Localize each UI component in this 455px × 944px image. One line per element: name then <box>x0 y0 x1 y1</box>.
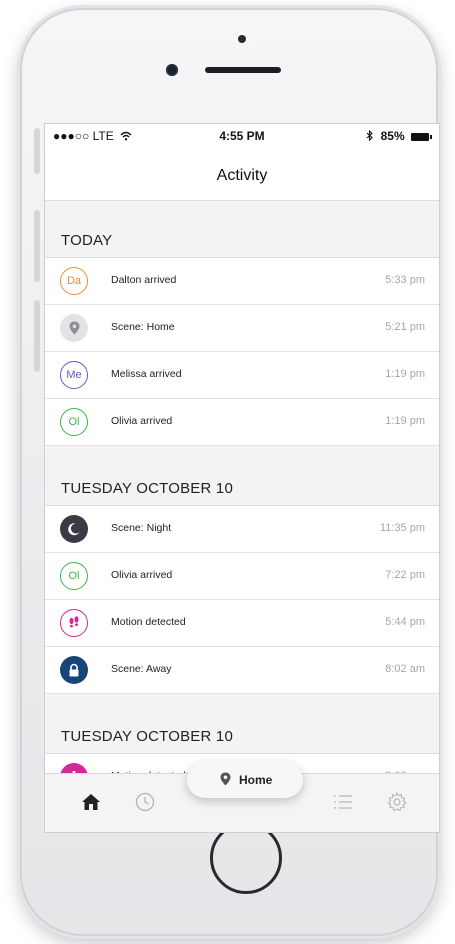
history-icon <box>135 792 155 812</box>
tab-home[interactable] <box>79 790 103 814</box>
tab-bar: Home <box>45 762 439 832</box>
section-title: TUESDAY OCTOBER 10 <box>61 728 233 745</box>
activity-row[interactable]: Motion detected 5:44 pm <box>45 600 439 647</box>
battery-icon <box>411 132 432 141</box>
activity-row[interactable]: Scene: Away 8:02 am <box>45 647 439 694</box>
section-header: TUESDAY OCTOBER 10 <box>45 706 439 754</box>
tab-settings[interactable] <box>385 790 409 814</box>
page-title: Activity <box>216 167 268 184</box>
activity-label: Scene: Night <box>111 522 172 534</box>
tab-list[interactable] <box>331 790 355 814</box>
activity-label: Olivia arrived <box>111 569 173 581</box>
tab-history[interactable] <box>133 790 157 814</box>
activity-time: 11:35 pm <box>379 522 425 534</box>
activity-label: Scene: Home <box>111 321 175 333</box>
battery-percent: 85% <box>380 129 405 143</box>
activity-time: 5:21 pm <box>385 321 425 333</box>
activity-row[interactable]: Scene: Home 5:21 pm <box>45 305 439 352</box>
activity-row[interactable]: Da Dalton arrived 5:33 pm <box>45 258 439 305</box>
activity-label: Melissa arrived <box>111 368 182 380</box>
moon-icon <box>60 515 88 543</box>
activity-time: 5:44 pm <box>385 616 425 628</box>
battery-status: 85% <box>366 129 432 143</box>
activity-label: Olivia arrived <box>111 415 173 427</box>
activity-time: 8:02 am <box>385 663 425 675</box>
proximity-sensor <box>238 35 246 43</box>
lock-icon <box>60 656 88 684</box>
list-icon <box>334 795 352 809</box>
activity-time: 1:19 pm <box>385 415 425 427</box>
volume-down-button <box>34 300 40 372</box>
side-button <box>34 128 40 174</box>
activity-row[interactable]: Ol Olivia arrived 7:22 pm <box>45 553 439 600</box>
status-bar: ●●●○○ LTE 4:55 PM 85% <box>45 124 439 148</box>
activity-row[interactable]: Scene: Night 11:35 pm <box>45 506 439 553</box>
section-title: TODAY <box>61 232 113 249</box>
avatar: Ol <box>60 562 88 590</box>
activity-row[interactable]: Ol Olivia arrived 1:19 pm <box>45 399 439 446</box>
footsteps-icon <box>60 609 88 637</box>
section-header: TODAY <box>45 201 439 258</box>
location-pin-icon <box>220 772 231 786</box>
location-pin-icon <box>60 314 88 342</box>
home-icon <box>82 794 100 810</box>
bluetooth-icon <box>366 129 374 142</box>
avatar: Da <box>60 267 88 295</box>
home-location-button[interactable]: Home <box>187 762 303 798</box>
activity-list[interactable]: TODAY Da Dalton arrived 5:33 pm Scene: Home 5… <box>45 201 439 801</box>
settings-icon <box>387 791 407 812</box>
activity-time: 5:33 pm <box>385 274 425 286</box>
activity-time: 7:22 pm <box>385 569 425 581</box>
avatar: Me <box>60 361 88 389</box>
activity-label: Scene: Away <box>111 663 172 675</box>
front-camera <box>166 64 178 76</box>
activity-time: 1:19 pm <box>385 368 425 380</box>
nav-bar: Activity <box>45 148 439 201</box>
section-title: TUESDAY OCTOBER 10 <box>61 480 233 497</box>
earpiece-speaker <box>205 67 281 73</box>
activity-label: Motion detected <box>111 616 186 628</box>
avatar: Ol <box>60 408 88 436</box>
activity-row[interactable]: Me Melissa arrived 1:19 pm <box>45 352 439 399</box>
section-header: TUESDAY OCTOBER 10 <box>45 458 439 506</box>
activity-label: Dalton arrived <box>111 274 177 286</box>
home-pill-label: Home <box>239 773 273 787</box>
app-screen: ●●●○○ LTE 4:55 PM 85% Activity TODAY Da Da… <box>44 123 440 833</box>
volume-up-button <box>34 210 40 282</box>
